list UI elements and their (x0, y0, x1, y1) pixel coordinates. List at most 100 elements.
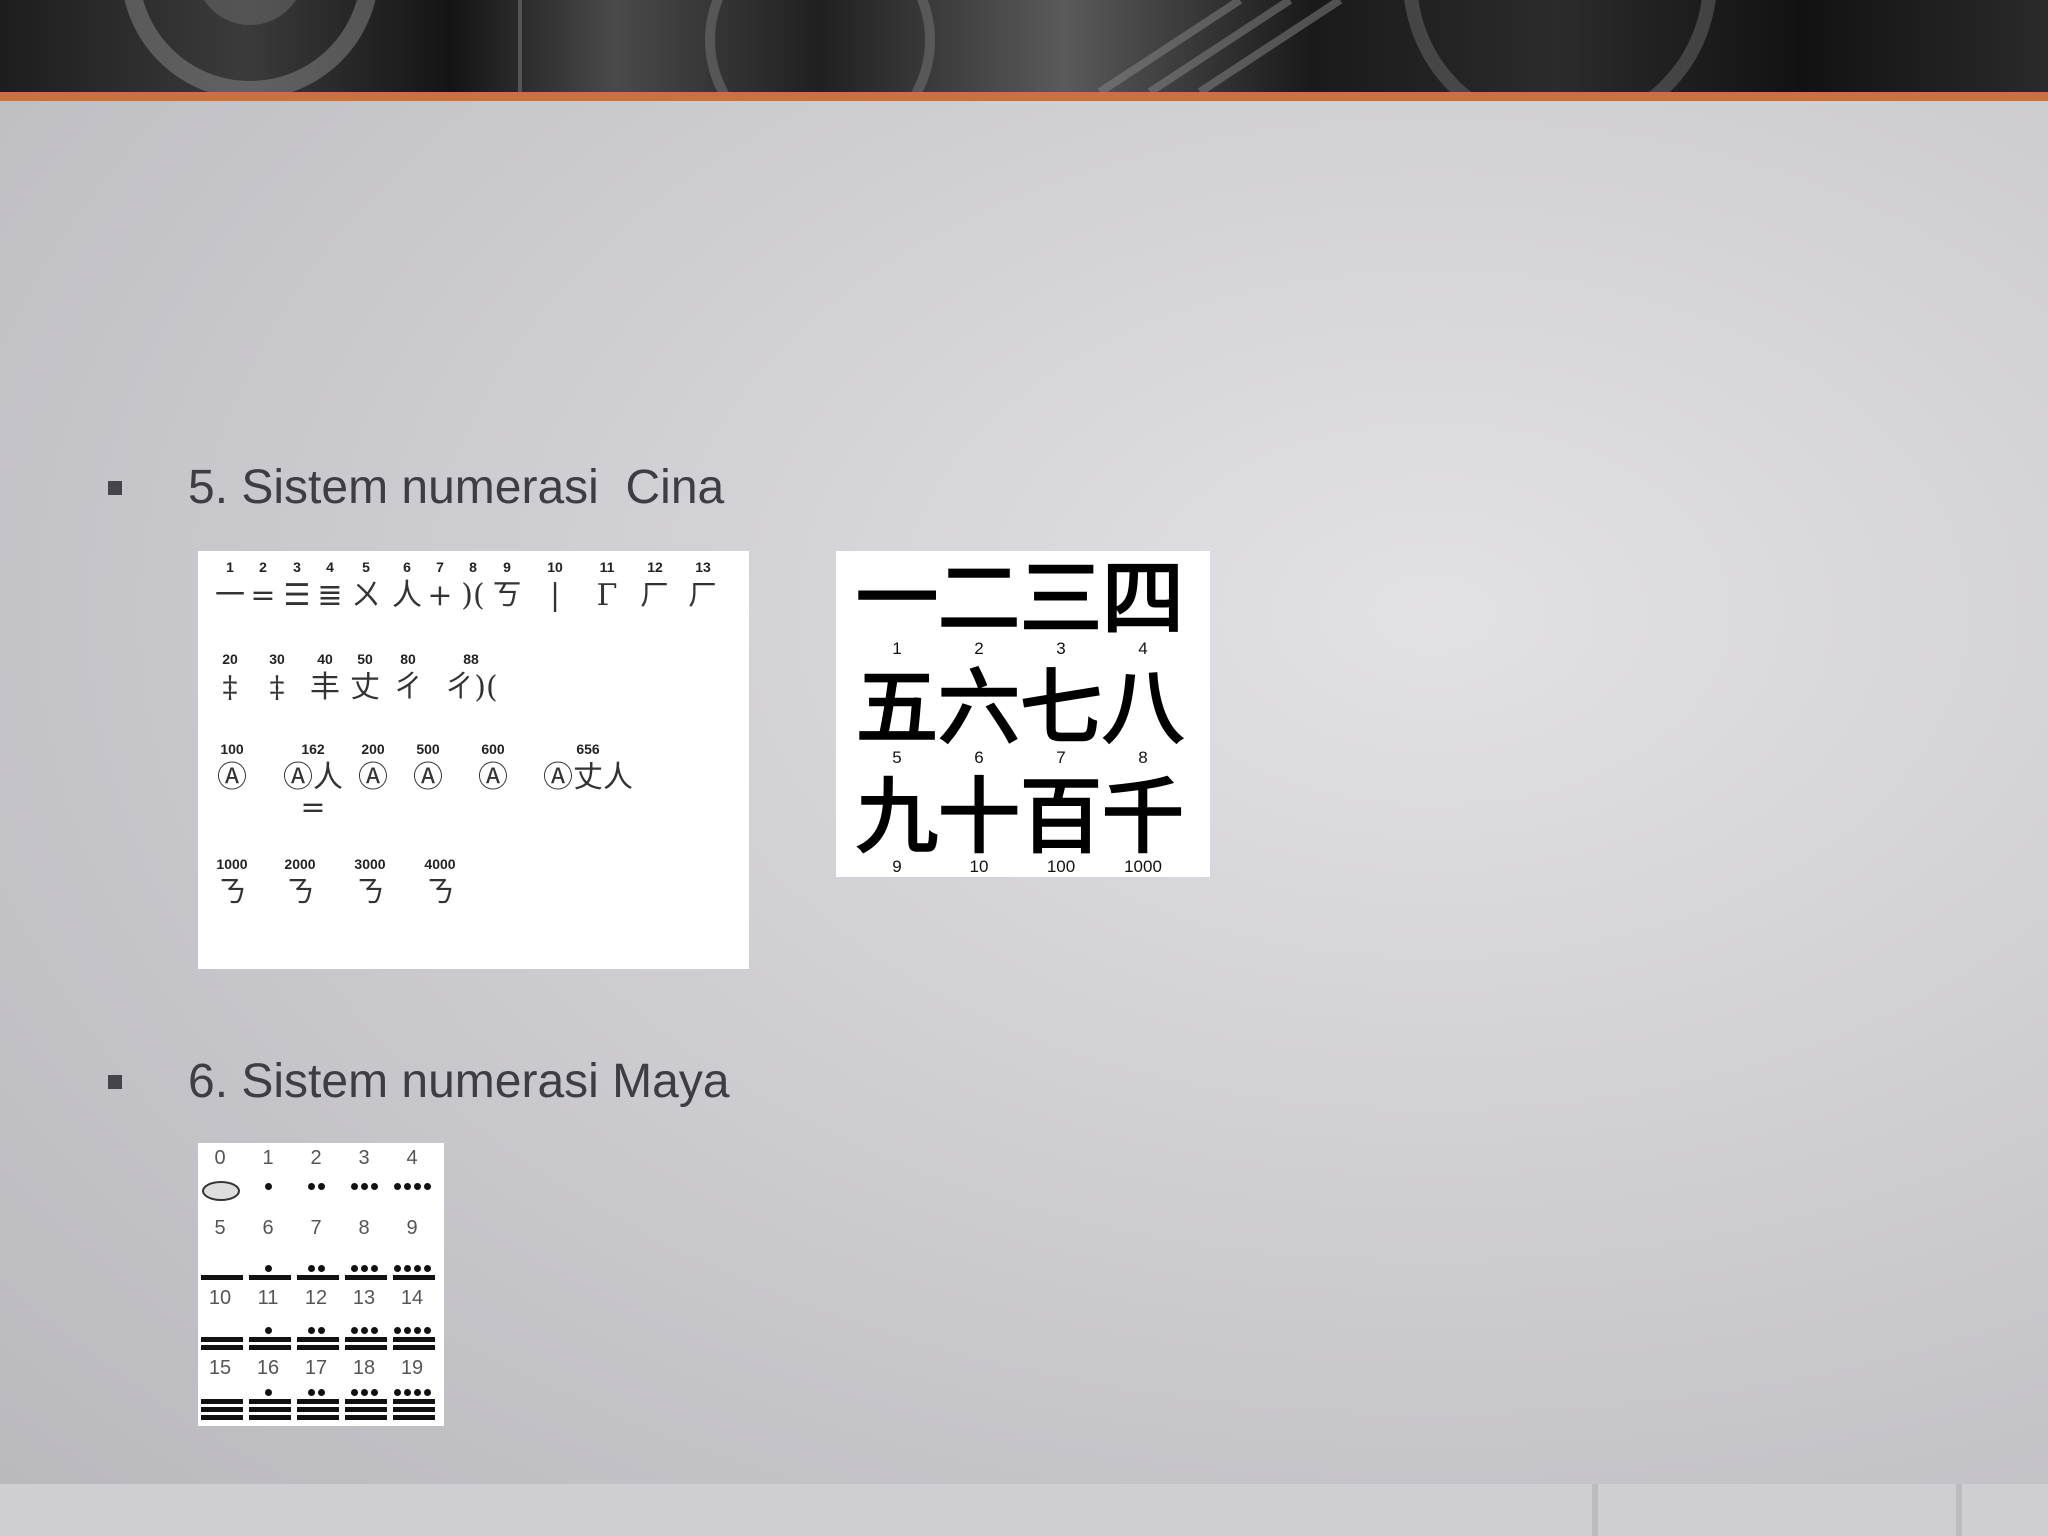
rod-numeral-glyph: Γ (596, 578, 618, 613)
maya-dot-mark (265, 1327, 272, 1334)
maya-number-label: 9 (406, 1217, 418, 1239)
han-numeral-glyph: 七 (1019, 661, 1102, 756)
maya-dot-mark (308, 1389, 315, 1396)
rod-number-label: 2000 (284, 856, 316, 872)
maya-dot-mark (351, 1327, 358, 1334)
rod-numeral-glyph: 丈 (350, 670, 380, 705)
cina-rod-table: 1 一 2 = 3 ☰ 4 ≣ 5 ㄨ 6 ⼈ 7 +8)(9 ㄎ 10 | 11 Γ 12 ㄏ 13 ㄏ 20 ‡ 30 ‡ 40 丰… (198, 551, 749, 969)
maya-number-label: 15 (208, 1357, 232, 1379)
maya-bar-mark (297, 1345, 339, 1350)
han-numeral-glyph: 三 (1019, 552, 1102, 647)
bullet-square-icon (108, 1074, 122, 1089)
maya-dot-mark (424, 1265, 431, 1272)
han-number-label: 3 (1056, 639, 1066, 658)
maya-dot-mark (361, 1389, 368, 1396)
rod-number-label: 30 (269, 651, 285, 667)
han-numeral-glyph: 二 (937, 552, 1020, 647)
rod-number-label: 50 (357, 651, 373, 667)
han-number-label: 1000 (1124, 857, 1162, 876)
maya-dot-mark (424, 1327, 431, 1334)
rod-number-label: 10 (547, 559, 563, 575)
maya-bar-mark (393, 1275, 435, 1280)
maya-bar-mark (249, 1415, 291, 1420)
maya-dot-mark (371, 1389, 378, 1396)
maya-number-label: 19 (400, 1357, 424, 1379)
maya-number-label: 12 (304, 1287, 328, 1309)
rod-number-label: 11 (599, 559, 615, 575)
han-number-label: 5 (892, 748, 902, 767)
rod-numeral-glyph: | (549, 578, 561, 613)
rod-numeral-glyph: ☰ (283, 578, 311, 613)
rod-numeral-glyph: Ⓐ⼈= (283, 760, 343, 825)
rod-numeral-glyph: ㄋ (425, 875, 455, 910)
maya-dot-mark (351, 1183, 358, 1190)
maya-bar-mark (393, 1415, 435, 1420)
maya-dot-mark (394, 1265, 401, 1272)
maya-dot-mark (361, 1265, 368, 1272)
rod-numeral-glyph: ㄋ (355, 875, 385, 910)
maya-bar-mark (297, 1399, 339, 1404)
maya-bar-mark (201, 1345, 243, 1350)
maya-number-label: 6 (262, 1217, 274, 1239)
rod-numeral-glyph: + (427, 578, 453, 613)
maya-bar-mark (297, 1275, 339, 1280)
rod-number-label: 200 (361, 741, 385, 757)
han-number-label: 1 (892, 639, 902, 658)
rod-number-label: 9 (503, 559, 511, 575)
rod-numeral-glyph: 一 (215, 578, 245, 613)
maya-bar-mark (345, 1399, 387, 1404)
bullet-square-icon (108, 480, 122, 495)
han-numeral-glyph: 百 (1019, 770, 1102, 865)
rod-numeral-glyph: ㄋ (285, 875, 315, 910)
rod-number-label: 1000 (216, 856, 248, 872)
maya-bar-mark (201, 1275, 243, 1280)
maya-bar-mark (201, 1337, 243, 1342)
maya-numerals-image: 0 1 2 3 4 5 6 7 8 9 10 11 12 13 14 15 16 17 18 19 (198, 1143, 444, 1426)
maya-dot-mark (394, 1389, 401, 1396)
rod-numeral-glyph: )( (461, 578, 485, 613)
maya-number-label: 18 (352, 1357, 376, 1379)
maya-number-label: 11 (257, 1287, 279, 1309)
maya-dot-mark (318, 1265, 325, 1272)
rod-number-label: 3 (293, 559, 301, 575)
rod-numeral-glyph: Ⓐ (217, 760, 247, 795)
maya-bar-mark (201, 1399, 243, 1404)
rod-numeral-glyph: ㄔ (393, 670, 423, 705)
rod-numeral-glyph: Ⓐ丈⼈ (543, 760, 633, 795)
han-numeral-glyph: 十 (937, 770, 1020, 865)
maya-dot-mark (394, 1183, 401, 1190)
footer-band (0, 1484, 2048, 1536)
maya-dot-mark (351, 1389, 358, 1396)
rod-number-label: 8 (469, 559, 477, 575)
maya-bar-mark (201, 1415, 243, 1420)
maya-number-label: 5 (214, 1217, 226, 1239)
maya-dot-mark (351, 1265, 358, 1272)
han-number-label: 6 (974, 748, 984, 767)
maya-dot-mark (318, 1183, 325, 1190)
maya-number-label: 13 (352, 1287, 376, 1309)
header-image-band (0, 0, 2048, 92)
header-accent-rule (0, 92, 2048, 101)
maya-bar-mark (249, 1345, 291, 1350)
maya-dot-mark (371, 1265, 378, 1272)
maya-number-label: 3 (358, 1147, 370, 1169)
maya-dot-mark (265, 1265, 272, 1272)
cina-han-numerals-image: 一 1 二 2 三 3 四 4 五 5 六 6 七 7 八 8 九 9 十 10 百 100 千 1000 (836, 551, 1210, 877)
maya-bar-mark (249, 1275, 291, 1280)
maya-dot-mark (318, 1327, 325, 1334)
rod-numeral-glyph: ㄔ)( (444, 670, 498, 705)
header-decoration (124, 0, 1716, 92)
maya-dot-mark (308, 1183, 315, 1190)
maya-bar-mark (249, 1407, 291, 1412)
maya-dot-mark (394, 1327, 401, 1334)
maya-dot-mark (414, 1183, 421, 1190)
maya-bar-mark (345, 1415, 387, 1420)
maya-dot-mark (371, 1327, 378, 1334)
rod-numeral-glyph: ㄋ (217, 875, 247, 910)
rod-number-label: 100 (220, 741, 244, 757)
han-number-label: 4 (1138, 639, 1148, 658)
rod-numeral-glyph: ‡ (269, 670, 285, 705)
footer-separator (1592, 1484, 1598, 1536)
han-number-label: 9 (892, 857, 902, 876)
rod-number-label: 162 (301, 741, 325, 757)
